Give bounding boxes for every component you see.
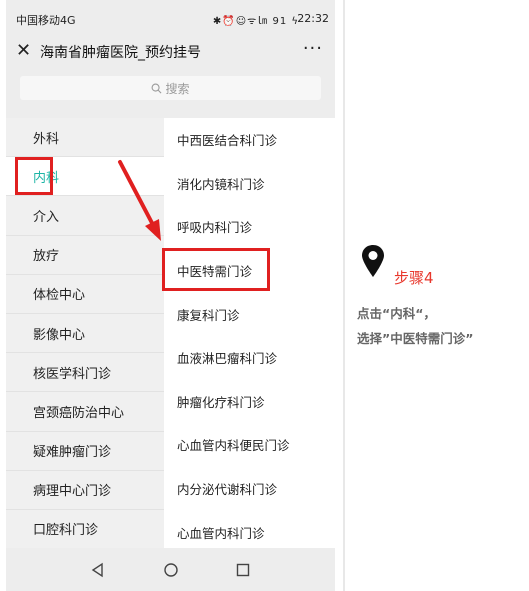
department-item[interactable]: 疑难肿瘤门诊	[6, 432, 164, 471]
title-bar: ✕ 海南省肿瘤医院_预约挂号 ···	[6, 34, 335, 70]
clinic-item[interactable]: 肿瘤化疗科门诊	[164, 380, 335, 424]
phone-screen: 中国移动4G ✱⏰☺ᯤ㏐ 91 ϟ 22:32 ✕ 海南省肿瘤医院_预约挂号 ·…	[6, 0, 335, 591]
search-icon	[152, 83, 162, 93]
clinic-list: 中西医结合科门诊 消化内镜科门诊 呼吸内科门诊 中医特需门诊 康复科门诊 血液淋巴瘤科门诊…	[164, 118, 335, 548]
search-placeholder: 搜索	[165, 81, 190, 96]
department-item[interactable]: 外科	[6, 118, 164, 158]
clinic-item[interactable]: 心血管内科便民门诊	[164, 423, 335, 467]
carrier-label: 中国移动4G	[16, 14, 76, 27]
department-item[interactable]: 体检中心	[6, 275, 164, 314]
android-nav-bar	[6, 548, 335, 591]
panel-divider	[343, 0, 345, 591]
step-description-line1: 点击“内科“，	[357, 306, 436, 321]
status-icons: ✱⏰☺ᯤ㏐ 91 ϟ	[212, 16, 299, 27]
department-browser: 外科 内科 介入 放疗 体检中心 影像中心 核医学科门诊 宫颈癌防治中心 疑难肿瘤门诊 病理中心门…	[6, 118, 335, 550]
highlight-box-clinic	[162, 248, 270, 291]
search-input[interactable]: 搜索	[20, 76, 321, 100]
home-icon[interactable]	[162, 561, 180, 579]
department-item[interactable]: 宫颈癌防治中心	[6, 392, 164, 432]
back-icon[interactable]	[89, 561, 107, 579]
clinic-item[interactable]: 呼吸内科门诊	[164, 205, 335, 249]
page-title: 海南省肿瘤医院_预约挂号	[40, 45, 201, 61]
clinic-item[interactable]: 康复科门诊	[164, 292, 335, 336]
clinic-item[interactable]: 内分泌代谢科门诊	[164, 467, 335, 511]
department-item[interactable]: 核医学科门诊	[6, 353, 164, 393]
close-icon[interactable]: ✕	[16, 40, 31, 61]
highlight-box-department	[15, 157, 53, 195]
more-menu-icon[interactable]: ···	[303, 38, 323, 59]
department-item[interactable]: 口腔科门诊	[6, 510, 164, 550]
status-time: 22:32	[297, 12, 329, 25]
department-item[interactable]: 病理中心门诊	[6, 471, 164, 510]
step-label: 步骤4	[394, 269, 434, 287]
clinic-item[interactable]: 中西医结合科门诊	[164, 118, 335, 162]
recents-icon[interactable]	[234, 561, 252, 579]
clinic-item[interactable]: 血液淋巴瘤科门诊	[164, 336, 335, 380]
clinic-item[interactable]: 消化内镜科门诊	[164, 162, 335, 206]
step-description-line2: 选择”中医特需门诊”	[357, 331, 474, 346]
department-item[interactable]: 影像中心	[6, 314, 164, 354]
department-item[interactable]: 介入	[6, 196, 164, 236]
location-pin-icon	[362, 245, 384, 277]
step-description: 点击“内科“， 选择”中医特需门诊”	[357, 301, 525, 351]
status-bar: 中国移动4G ✱⏰☺ᯤ㏐ 91 ϟ 22:32	[6, 0, 335, 34]
department-item[interactable]: 放疗	[6, 236, 164, 275]
